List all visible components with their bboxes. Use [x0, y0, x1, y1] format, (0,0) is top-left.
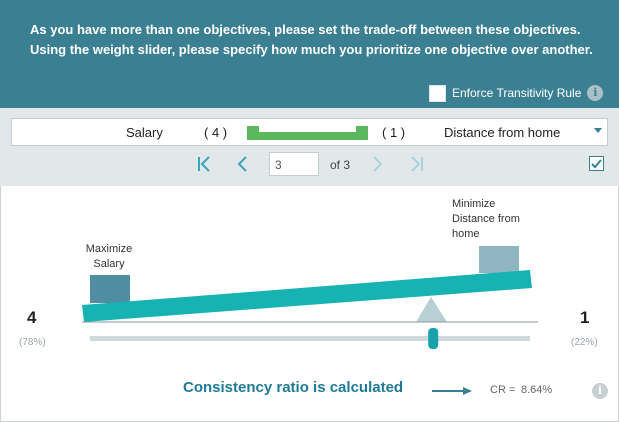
left-weight-value: 4 — [27, 308, 37, 327]
left-weight-block — [90, 275, 130, 303]
cr-label: CR = — [490, 384, 516, 396]
balance-beam — [82, 270, 532, 322]
right-weight-percent: (22%) — [571, 337, 598, 348]
arrow-head — [463, 387, 472, 395]
consistency-ratio-annotation: Consistency ratio is calculated — [183, 379, 404, 396]
right-weight-value: 1 — [580, 308, 590, 327]
cr-value: 8.64% — [521, 384, 553, 396]
weight-slider-track[interactable] — [90, 336, 530, 341]
right-weight-block — [479, 246, 519, 273]
balance-scale — [82, 246, 538, 395]
left-weight-percent: (78%) — [19, 337, 46, 348]
info-icon[interactable]: i — [592, 383, 608, 399]
weight-slider-thumb[interactable] — [428, 328, 439, 349]
fulcrum — [416, 297, 447, 322]
